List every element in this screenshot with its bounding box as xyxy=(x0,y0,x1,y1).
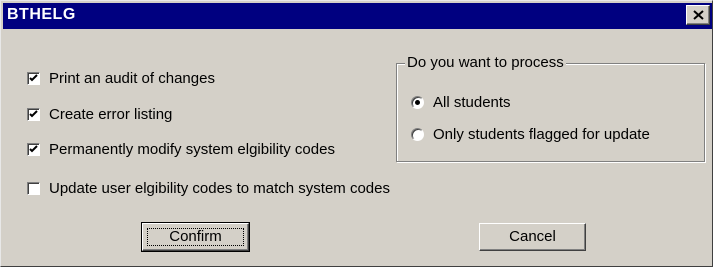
title-bar: BTHELG xyxy=(3,3,712,29)
modify-system-codes-checkbox[interactable] xyxy=(27,142,40,156)
option-error-listing[interactable]: Create error listing xyxy=(27,104,172,124)
window-title: BTHELG xyxy=(7,6,76,23)
radio-flagged-students[interactable]: Only students flagged for update xyxy=(411,124,650,144)
update-user-codes-checkbox[interactable] xyxy=(27,181,40,195)
checkmark-icon xyxy=(29,73,38,81)
print-audit-checkbox[interactable] xyxy=(27,71,40,85)
error-listing-label: Create error listing xyxy=(49,105,173,123)
update-user-codes-label: Update user elgibility codes to match sy… xyxy=(49,179,390,197)
bthelg-dialog: BTHELG Print an audit of changes Create … xyxy=(0,0,713,267)
all-students-label: All students xyxy=(433,93,511,111)
error-listing-checkbox[interactable] xyxy=(27,107,40,121)
option-print-audit[interactable]: Print an audit of changes xyxy=(27,68,215,88)
close-button[interactable] xyxy=(686,5,710,25)
confirm-button-label: Confirm xyxy=(169,228,222,245)
cancel-button-label: Cancel xyxy=(509,228,556,245)
option-modify-system-codes[interactable]: Permanently modify system elgibility cod… xyxy=(27,139,335,159)
print-audit-label: Print an audit of changes xyxy=(49,69,215,87)
flagged-students-label: Only students flagged for update xyxy=(433,125,650,143)
option-update-user-codes[interactable]: Update user elgibility codes to match sy… xyxy=(27,178,390,198)
radio-all-students[interactable]: All students xyxy=(411,92,511,112)
confirm-button[interactable]: Confirm xyxy=(141,222,250,252)
all-students-radio[interactable] xyxy=(411,95,424,109)
flagged-students-radio[interactable] xyxy=(411,127,424,141)
checkmark-icon xyxy=(29,144,38,152)
process-group-legend: Do you want to process xyxy=(405,54,566,71)
close-icon xyxy=(693,10,704,20)
modify-system-codes-label: Permanently modify system elgibility cod… xyxy=(49,140,335,158)
process-groupbox: Do you want to process All students Only… xyxy=(396,54,705,162)
radio-selected-dot xyxy=(415,99,420,105)
checkmark-icon xyxy=(29,109,38,117)
cancel-button[interactable]: Cancel xyxy=(479,223,586,251)
